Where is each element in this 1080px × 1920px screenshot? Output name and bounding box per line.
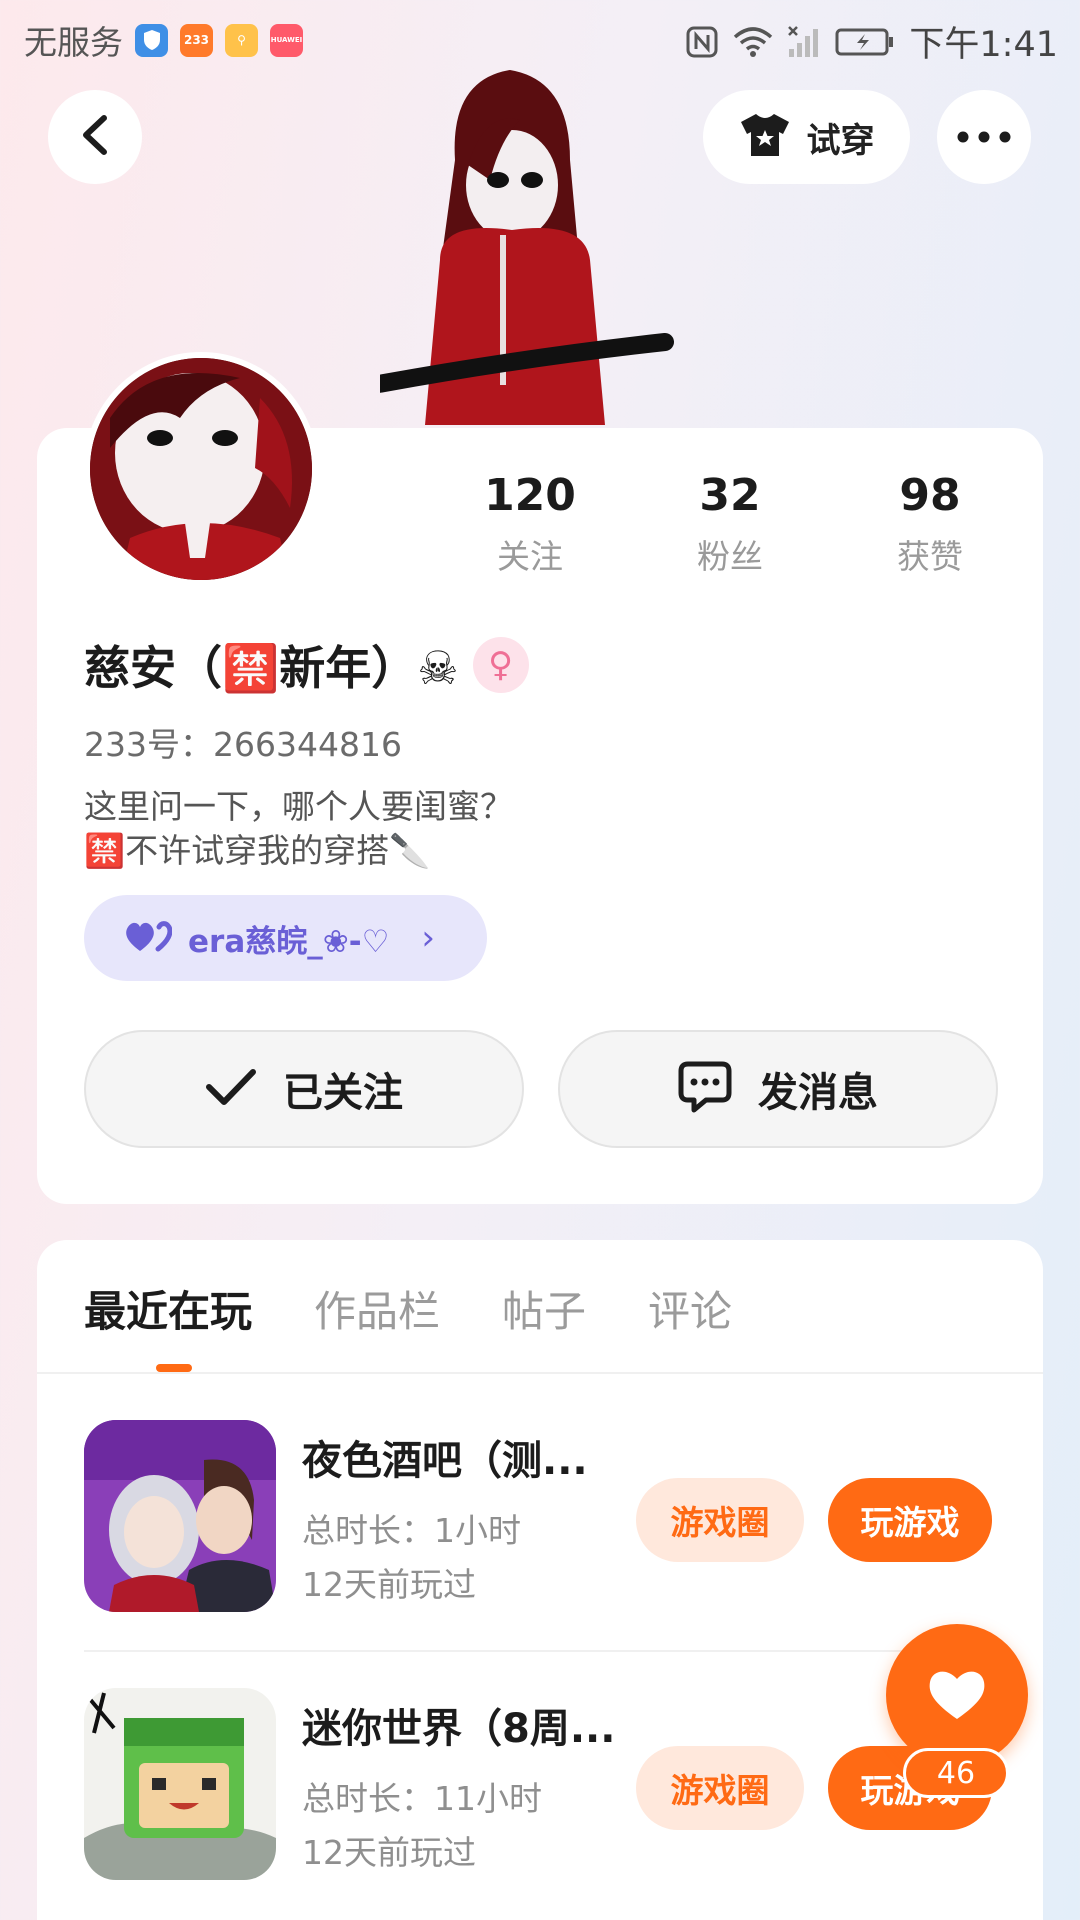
tab-comments[interactable]: 评论: [648, 1278, 732, 1339]
game-duration: 总时长：11小时: [302, 1779, 542, 1818]
active-tab-indicator: [156, 1364, 192, 1372]
stat-likes[interactable]: 98 获赞: [830, 470, 1030, 578]
nfc-icon: [685, 25, 719, 59]
bio-line: 🈲不许试穿我的穿搭🔪: [84, 831, 431, 870]
stat-label: 粉丝: [697, 537, 763, 576]
battery-icon: [835, 27, 895, 57]
game-title: 迷你世界（8周...: [302, 1706, 616, 1752]
tab-works[interactable]: 作品栏: [314, 1278, 440, 1339]
send-message-button[interactable]: 发消息: [558, 1030, 998, 1148]
tab-posts[interactable]: 帖子: [502, 1278, 586, 1339]
huawei-store-icon: HUAWEI: [270, 23, 303, 57]
game-circle-button[interactable]: 游戏圈: [636, 1478, 804, 1562]
stat-value: 32: [699, 470, 761, 521]
name-row: 慈安（🈲新年）☠ ♀: [84, 632, 529, 698]
game-item-mini-world[interactable]: 迷你世界（8周... 总时长：11小时 12天前玩过 游戏圈 玩游戏: [84, 1688, 1004, 1888]
game-item-night-bar[interactable]: 夜色酒吧（测... 总时长：1小时 12天前玩过 游戏圈 玩游戏: [84, 1420, 1004, 1620]
tshirt-icon: [739, 112, 791, 162]
stat-following[interactable]: 120 关注: [430, 470, 630, 578]
female-gender-icon: ♀: [472, 637, 529, 693]
chevron-right-icon: ›: [421, 918, 435, 958]
game-icon-night-bar[interactable]: [84, 1420, 276, 1612]
stat-value: 120: [484, 470, 576, 521]
signal-icon: [787, 25, 821, 59]
send-message-label: 发消息: [758, 1070, 878, 1116]
avatar-character-figure: [311, 70, 680, 430]
chevron-left-icon: [78, 114, 112, 160]
clock: 下午1:41: [909, 25, 1058, 65]
stat-value: 98: [899, 470, 961, 521]
game-duration: 总时长：1小时: [302, 1511, 521, 1550]
game-last-played: 12天前玩过: [302, 1565, 476, 1604]
stat-label: 关注: [497, 537, 563, 576]
profile-tabs: 最近在玩 作品栏 帖子 评论: [84, 1278, 732, 1339]
stat-label: 获赞: [897, 537, 963, 576]
row-divider: [84, 1650, 1004, 1652]
chat-bubble-icon: [678, 1061, 732, 1117]
bestie-name: era慈皖_❀-♡: [188, 923, 390, 960]
shield-app-icon: [135, 23, 168, 57]
heart-icon: [926, 1665, 988, 1725]
avatar[interactable]: [84, 352, 318, 586]
game-icon-mini-world[interactable]: [84, 1688, 276, 1880]
bio-line: 这里问一下，哪个人要闺蜜？: [84, 787, 513, 826]
more-button[interactable]: [937, 90, 1031, 184]
tabs-divider: [37, 1372, 1043, 1374]
stat-followers[interactable]: 32 粉丝: [630, 470, 830, 578]
check-icon: [205, 1067, 257, 1111]
user-name: 慈安（🈲新年）☠: [84, 641, 459, 695]
mini-app-icon: ⚲: [225, 23, 258, 57]
app-233-icon: 233: [180, 23, 213, 57]
play-game-button[interactable]: 玩游戏: [828, 1478, 992, 1562]
game-circle-button[interactable]: 游戏圈: [636, 1746, 804, 1830]
user-bio: 这里问一下，哪个人要闺蜜？ 🈲不许试穿我的穿搭🔪: [84, 785, 513, 873]
wifi-icon: [733, 25, 773, 59]
back-button[interactable]: [48, 90, 142, 184]
try-on-label: 试穿: [806, 120, 875, 161]
game-title: 夜色酒吧（测...: [302, 1438, 588, 1484]
followed-label: 已关注: [283, 1070, 403, 1116]
heart-pair-icon: [124, 919, 173, 957]
profile-stats: 120 关注 32 粉丝 98 获赞: [430, 470, 1030, 578]
user-id: 233号：266344816: [84, 725, 402, 764]
carrier-status: 无服务: [24, 23, 123, 62]
like-count-badge: 46: [903, 1748, 1009, 1798]
like-fab-button[interactable]: [886, 1624, 1028, 1766]
followed-button[interactable]: 已关注: [84, 1030, 524, 1148]
try-on-button[interactable]: 试穿: [703, 90, 910, 184]
game-last-played: 12天前玩过: [302, 1833, 476, 1872]
status-bar: 无服务 233 ⚲ HUAWEI 下午1:41: [0, 0, 1080, 76]
more-dots-icon: [957, 128, 1011, 147]
tab-recently-played[interactable]: 最近在玩: [84, 1278, 252, 1339]
bestie-tag[interactable]: era慈皖_❀-♡ ›: [84, 895, 487, 981]
